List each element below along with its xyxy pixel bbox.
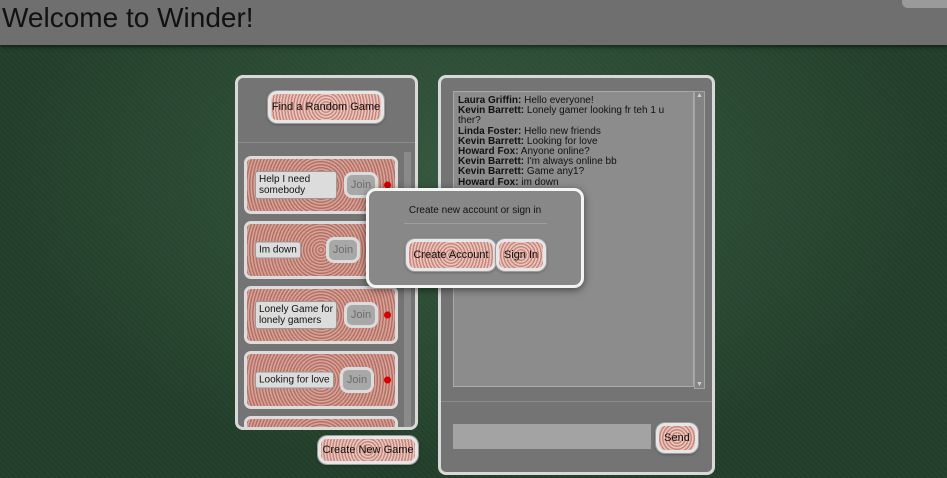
game-name: Looking for love [255,371,334,389]
list-item[interactable]: Lonely Game for lonely gamers Join [244,286,398,344]
join-button[interactable]: Join [326,237,360,263]
chat-scrollbar[interactable]: ▲ ▼ [694,91,705,389]
list-item[interactable] [244,416,398,427]
sign-in-dialog: Create new account or sign in Create Acc… [366,188,584,288]
create-account-button[interactable]: Create Account [406,239,496,271]
game-name: Help I need somebody [255,171,337,199]
list-item[interactable]: Looking for love Join [244,351,398,409]
lobby-top-bar: Find a Random Game [238,78,415,143]
find-random-game-button[interactable]: Find a Random Game [268,91,384,123]
scroll-down-icon[interactable]: ▼ [696,381,703,388]
dialog-message: Create new account or sign in [408,205,542,216]
status-dot-icon [384,376,391,384]
game-name: Im down [255,241,301,259]
sign-in-button[interactable]: Sign In [496,239,546,271]
top-header: Welcome to Winder! [0,0,947,45]
scroll-up-icon[interactable]: ▲ [696,92,703,99]
header-tab[interactable] [902,0,947,8]
chat-text: im down [518,176,559,188]
create-new-game-button[interactable]: Create New Game [318,436,418,464]
dialog-divider [404,223,547,224]
chat-divider [441,401,712,402]
game-name: Lonely Game for lonely gamers [255,301,337,329]
join-button[interactable]: Join [344,302,378,328]
send-button[interactable]: Send [656,423,698,453]
chat-user: Howard Fox: [458,176,519,188]
chat-message: Kevin Barrett: Lonely gamer looking fr t… [458,106,689,127]
chat-message: Howard Fox: im down [458,176,689,188]
chat-input[interactable] [453,424,651,449]
status-dot-icon [384,311,391,319]
join-button[interactable]: Join [340,367,374,393]
page-title: Welcome to Winder! [2,2,254,33]
